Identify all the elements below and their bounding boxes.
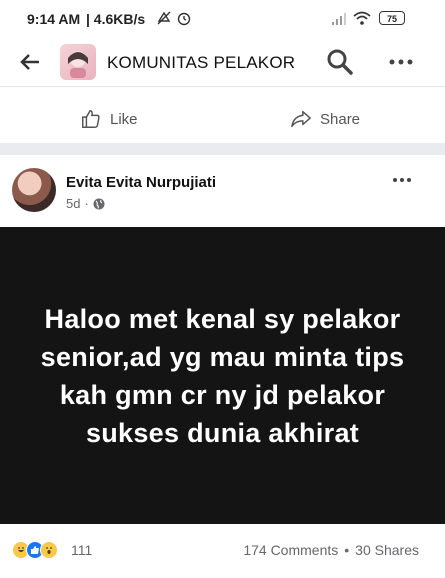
battery-indicator: 75: [379, 11, 405, 25]
like-label: Like: [110, 110, 138, 128]
meta-separator: ·: [84, 196, 89, 211]
group-title[interactable]: KOMUNITAS PELAKOR: [107, 53, 295, 73]
status-bar: 9:14 AM | 4.6KB/s 75: [0, 0, 445, 38]
group-avatar[interactable]: [60, 44, 96, 80]
comments-count[interactable]: 174 Comments: [243, 542, 338, 558]
feed-divider: [0, 143, 445, 155]
post-header: Evita Evita Nurpujiati 5d ·: [0, 155, 445, 227]
like-button[interactable]: Like: [80, 107, 138, 131]
stats-separator: •: [344, 542, 350, 558]
group-logo-icon: [68, 51, 88, 78]
post-meta: 5d ·: [66, 196, 105, 211]
mute-icon: [157, 11, 171, 25]
post-stats: 174 Comments • 30 Shares: [243, 542, 419, 558]
share-button[interactable]: Share: [290, 107, 360, 131]
post-content-card[interactable]: Haloo met kenal sy pelakor senior,ad yg …: [0, 227, 445, 524]
post-age[interactable]: 5d: [66, 196, 80, 211]
shares-count[interactable]: 30 Shares: [355, 542, 419, 558]
thumbs-up-icon: [82, 110, 100, 128]
action-bar: Like Share: [0, 95, 445, 144]
network-speed: | 4.6KB/s: [86, 11, 146, 27]
alarm-icon: [177, 12, 191, 26]
app-bar: KOMUNITAS PELAKOR: [0, 38, 445, 87]
post-more-icon[interactable]: [392, 175, 412, 185]
signal-icon: [332, 13, 346, 25]
post-text: Haloo met kenal sy pelakor senior,ad yg …: [40, 303, 405, 448]
reaction-icons[interactable]: [12, 541, 58, 559]
more-options-icon[interactable]: [387, 52, 415, 72]
author-avatar[interactable]: [12, 168, 56, 212]
wifi-icon: [353, 11, 371, 25]
post-footer: 111 174 Comments • 30 Shares: [0, 524, 445, 578]
share-arrow-icon: [291, 110, 311, 128]
status-time: 9:14 AM: [27, 11, 81, 27]
wow-reaction-icon: [40, 541, 58, 559]
search-icon[interactable]: [326, 48, 354, 76]
reaction-count[interactable]: 111: [71, 542, 92, 558]
share-label: Share: [320, 110, 361, 128]
back-arrow-icon[interactable]: [18, 50, 42, 74]
globe-icon: [93, 198, 105, 209]
author-name[interactable]: Evita Evita Nurpujiati: [66, 174, 216, 191]
